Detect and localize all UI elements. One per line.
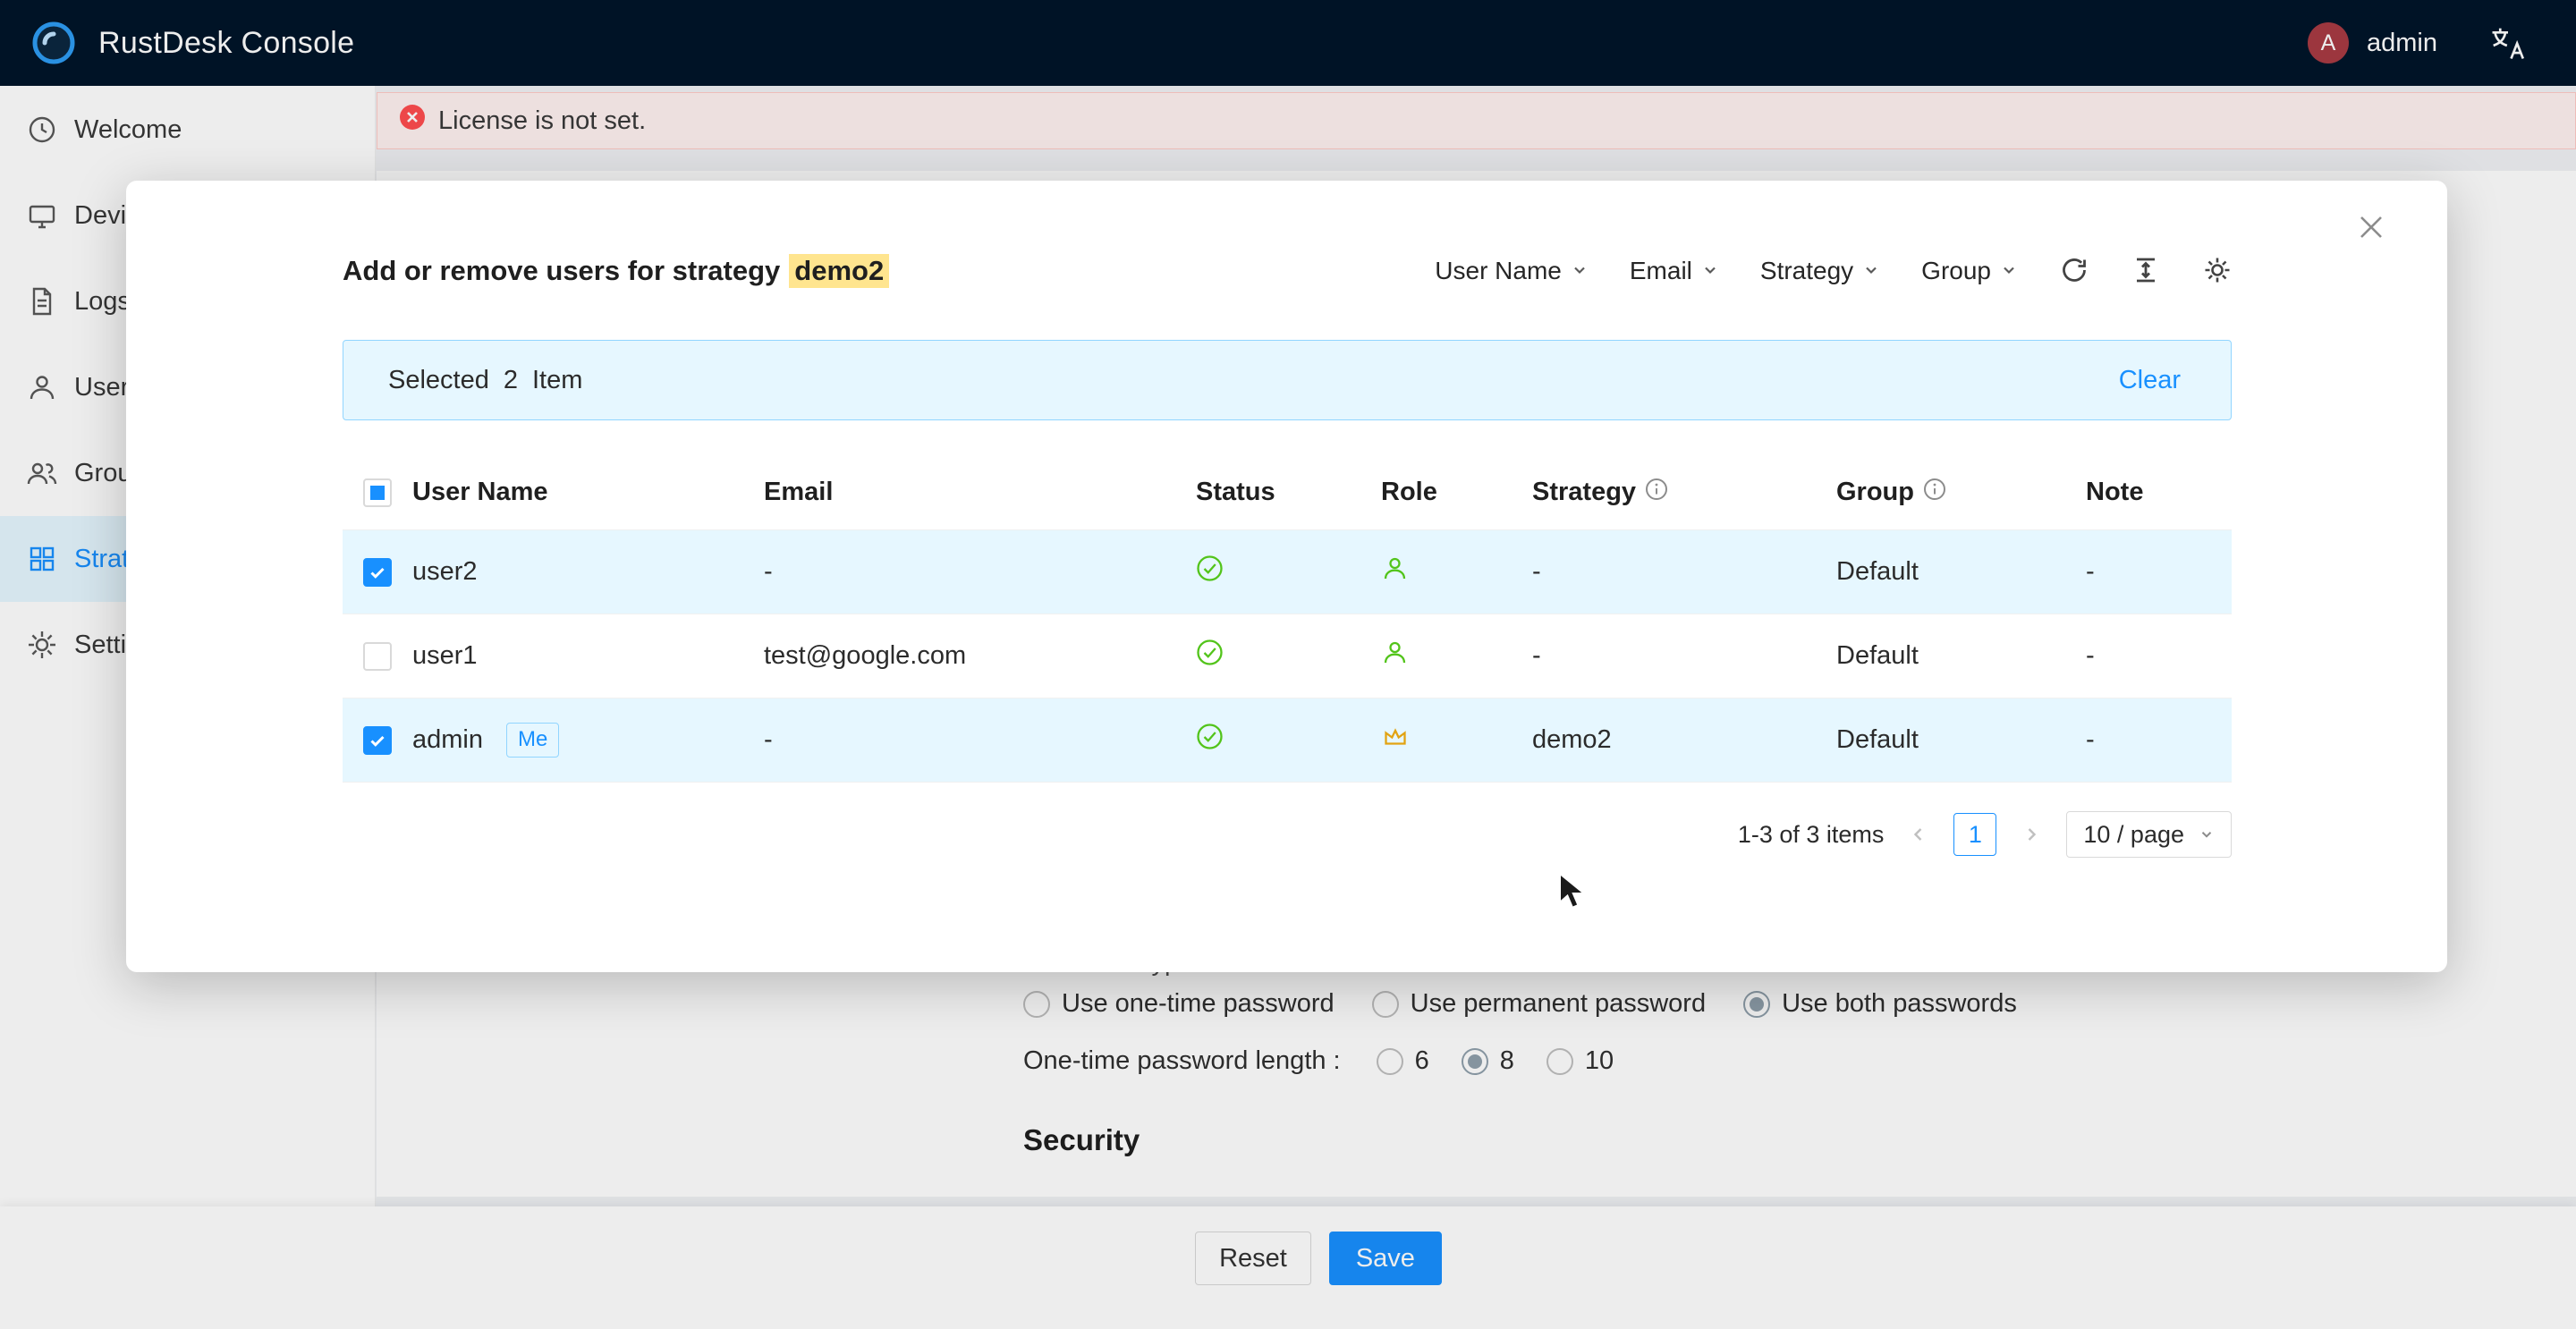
cell-role <box>1381 723 1532 758</box>
gear-icon <box>2202 255 2233 288</box>
chevron-down-icon <box>2000 257 2018 285</box>
cell-role <box>1381 554 1532 589</box>
cell-status <box>1196 639 1381 673</box>
user-role-icon <box>1381 554 1409 589</box>
user-role-icon <box>1381 639 1409 673</box>
cell-username: user2 <box>412 557 764 587</box>
cell-status <box>1196 554 1381 589</box>
table-row[interactable]: user2 - - Default - <box>343 530 2232 614</box>
modal-title: Add or remove users for strategy demo2 <box>343 254 889 288</box>
cell-status <box>1196 723 1381 758</box>
filter-label: Group <box>1921 257 1991 285</box>
col-email: Email <box>764 478 1196 507</box>
users-table: User Name Email Status Role Strategy Gro… <box>343 455 2232 783</box>
selection-count: 2 <box>504 366 518 395</box>
username-text: admin <box>412 725 483 755</box>
row-checkbox[interactable] <box>363 558 392 587</box>
modal-title-text: Add or remove users for strategy <box>343 255 780 287</box>
col-group: Group <box>1836 478 2086 508</box>
clear-selection-link[interactable]: Clear <box>2119 366 2181 395</box>
filter-strategy[interactable]: Strategy <box>1760 257 1880 285</box>
page-size-value: 10 / page <box>2083 821 2184 849</box>
cell-strategy: demo2 <box>1532 725 1836 755</box>
cell-note: - <box>2086 641 2232 671</box>
table-toolbar: User Name Email Strategy Group <box>1435 255 2233 288</box>
cell-email: test@google.com <box>764 641 1196 671</box>
strategy-name-highlight: demo2 <box>789 254 889 288</box>
selection-prefix: Selected <box>388 366 489 395</box>
pagination-total: 1-3 of 3 items <box>1738 821 1885 849</box>
info-icon[interactable] <box>1923 478 1946 508</box>
col-strategy: Strategy <box>1532 478 1836 508</box>
col-note: Note <box>2086 478 2232 507</box>
page-number-button[interactable]: 1 <box>1953 813 1996 856</box>
modal-header: Add or remove users for strategy demo2 U… <box>343 254 2233 288</box>
row-checkbox[interactable] <box>363 642 392 671</box>
check-circle-icon <box>1196 554 1224 589</box>
row-checkbox[interactable] <box>363 726 392 755</box>
cell-group: Default <box>1836 725 2086 755</box>
chevron-down-icon <box>2199 821 2215 849</box>
pagination: 1-3 of 3 items 1 10 / page <box>343 811 2232 858</box>
col-status: Status <box>1196 478 1381 507</box>
density-button[interactable] <box>2131 255 2161 288</box>
add-remove-users-modal: Add or remove users for strategy demo2 U… <box>126 181 2447 972</box>
admin-crown-icon <box>1381 723 1410 758</box>
cell-note: - <box>2086 557 2232 587</box>
refresh-button[interactable] <box>2059 255 2089 288</box>
cell-group: Default <box>1836 557 2086 587</box>
col-label: Group <box>1836 478 1914 507</box>
check-circle-icon <box>1196 639 1224 673</box>
cell-email: - <box>764 557 1196 587</box>
filter-label: Strategy <box>1760 257 1853 285</box>
info-icon[interactable] <box>1645 478 1668 508</box>
cell-strategy: - <box>1532 557 1836 587</box>
close-icon <box>2358 214 2385 243</box>
column-settings-button[interactable] <box>2202 255 2233 288</box>
page-size-select[interactable]: 10 / page <box>2066 811 2232 858</box>
cell-email: - <box>764 725 1196 755</box>
me-tag: Me <box>506 723 559 757</box>
filter-user-name[interactable]: User Name <box>1435 257 1589 285</box>
chevron-down-icon <box>1701 257 1719 285</box>
selection-suffix: Item <box>532 366 582 395</box>
table-row[interactable]: user1 test@google.com - Default - <box>343 614 2232 698</box>
chevron-down-icon <box>1571 257 1589 285</box>
col-label: Strategy <box>1532 478 1636 507</box>
cell-username: user1 <box>412 641 764 671</box>
prev-page-button[interactable] <box>1903 813 1934 856</box>
close-button[interactable] <box>2347 204 2395 252</box>
table-row[interactable]: admin Me - demo2 Default - <box>343 698 2232 783</box>
column-height-icon <box>2131 255 2161 288</box>
filter-group[interactable]: Group <box>1921 257 2018 285</box>
cell-role <box>1381 639 1532 673</box>
indeterminate-mark <box>370 486 385 500</box>
selection-bar: Selected 2 Item Clear <box>343 340 2232 420</box>
select-all-checkbox[interactable] <box>363 478 392 507</box>
chevron-down-icon <box>1862 257 1880 285</box>
filter-email[interactable]: Email <box>1630 257 1719 285</box>
col-user-name: User Name <box>412 478 764 507</box>
col-role: Role <box>1381 478 1532 507</box>
cell-group: Default <box>1836 641 2086 671</box>
refresh-icon <box>2059 255 2089 288</box>
table-header-row: User Name Email Status Role Strategy Gro… <box>343 455 2232 530</box>
cell-strategy: - <box>1532 641 1836 671</box>
cell-username: admin Me <box>412 723 764 757</box>
filter-label: User Name <box>1435 257 1562 285</box>
check-circle-icon <box>1196 723 1224 758</box>
filter-label: Email <box>1630 257 1692 285</box>
next-page-button[interactable] <box>2016 813 2046 856</box>
cell-note: - <box>2086 725 2232 755</box>
